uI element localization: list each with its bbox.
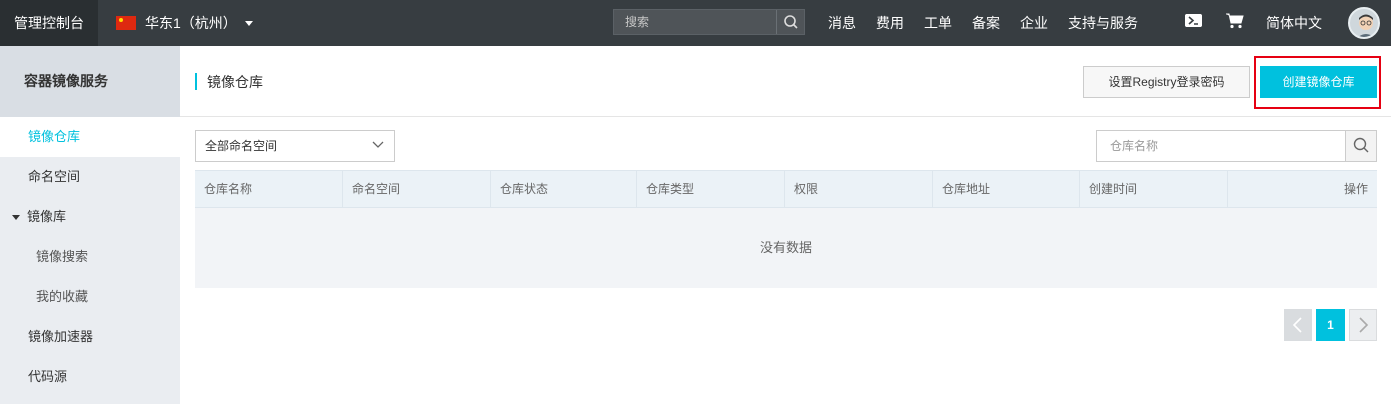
next-page-button[interactable] xyxy=(1349,309,1377,341)
sidebar-group-label: 镜像库 xyxy=(27,209,67,224)
sidebar-item-namespaces[interactable]: 命名空间 xyxy=(0,157,180,197)
column-header: 仓库名称 xyxy=(195,171,343,207)
top-nav-menu: 消息 费用 工单 备案 企业 支持与服务 xyxy=(818,0,1148,46)
repo-search-button[interactable] xyxy=(1345,131,1376,161)
top-navigation-bar: 管理控制台 华东1（杭州） 消息 费用 工单 备案 企业 支持与服务 简体中文 xyxy=(0,0,1391,46)
sidebar-item-code-source[interactable]: 代码源 xyxy=(0,357,180,397)
chevron-left-icon xyxy=(1292,317,1302,333)
set-registry-password-button[interactable]: 设置Registry登录密码 xyxy=(1083,66,1250,98)
column-header: 创建时间 xyxy=(1080,171,1228,207)
empty-state: 没有数据 xyxy=(195,208,1377,288)
nav-icp-filing[interactable]: 备案 xyxy=(962,0,1010,46)
repo-search xyxy=(1096,130,1377,162)
region-selector[interactable]: 华东1（杭州） xyxy=(116,0,253,46)
column-header: 命名空间 xyxy=(343,171,491,207)
nav-messages[interactable]: 消息 xyxy=(818,0,866,46)
sidebar-item-image-search[interactable]: 镜像搜索 xyxy=(0,237,180,277)
terminal-icon[interactable] xyxy=(1185,14,1202,27)
prev-page-button[interactable] xyxy=(1284,309,1312,341)
chevron-down-icon xyxy=(372,141,384,148)
namespace-select-value: 全部命名空间 xyxy=(205,139,278,153)
nav-support[interactable]: 支持与服务 xyxy=(1058,0,1148,46)
column-header: 仓库状态 xyxy=(491,171,637,207)
language-selector[interactable]: 简体中文 xyxy=(1266,0,1322,46)
caret-down-icon xyxy=(12,214,20,220)
console-home-link[interactable]: 管理控制台 xyxy=(0,0,98,46)
namespace-select[interactable]: 全部命名空间 xyxy=(195,130,395,162)
global-search xyxy=(613,9,805,35)
region-label: 华东1（杭州） xyxy=(145,15,237,31)
chevron-right-icon xyxy=(1359,317,1369,333)
nav-tickets[interactable]: 工单 xyxy=(914,0,962,46)
column-header: 权限 xyxy=(785,171,933,207)
global-search-button[interactable] xyxy=(776,10,804,34)
create-repository-button[interactable]: 创建镜像仓库 xyxy=(1260,66,1377,98)
main-content: 镜像仓库 设置Registry登录密码 创建镜像仓库 全部命名空间 仓库名称 命… xyxy=(180,46,1391,404)
page-header: 镜像仓库 设置Registry登录密码 创建镜像仓库 xyxy=(180,46,1391,117)
sidebar: 容器镜像服务 镜像仓库 命名空间 镜像库 镜像搜索 我的收藏 镜像加速器 代码源 xyxy=(0,46,180,404)
column-header: 仓库类型 xyxy=(637,171,785,207)
user-avatar[interactable] xyxy=(1348,7,1380,39)
caret-down-icon xyxy=(244,20,253,26)
nav-billing[interactable]: 费用 xyxy=(866,0,914,46)
user-avatar-icon xyxy=(1358,14,1374,37)
page-title: 镜像仓库 xyxy=(207,74,263,90)
shopping-cart-icon[interactable] xyxy=(1226,13,1244,29)
sidebar-item-favorites[interactable]: 我的收藏 xyxy=(0,277,180,317)
sidebar-item-repositories[interactable]: 镜像仓库 xyxy=(0,117,180,157)
sidebar-item-accelerator[interactable]: 镜像加速器 xyxy=(0,317,180,357)
repo-name-search-input[interactable] xyxy=(1097,131,1345,161)
repository-table: 仓库名称 命名空间 仓库状态 仓库类型 权限 仓库地址 创建时间 操作 没有数据 xyxy=(195,170,1377,288)
title-accent-bar xyxy=(195,73,197,90)
sidebar-title: 容器镜像服务 xyxy=(0,46,180,117)
search-icon xyxy=(784,15,798,29)
column-header: 操作 xyxy=(1343,182,1368,196)
china-flag-icon xyxy=(116,16,136,30)
nav-enterprise[interactable]: 企业 xyxy=(1010,0,1058,46)
pagination: 1 xyxy=(1284,309,1377,341)
page-number-current[interactable]: 1 xyxy=(1316,309,1345,341)
search-icon xyxy=(1353,137,1369,153)
global-search-input[interactable] xyxy=(614,10,777,34)
sidebar-group-image-library[interactable]: 镜像库 xyxy=(0,197,180,237)
table-header: 仓库名称 命名空间 仓库状态 仓库类型 权限 仓库地址 创建时间 操作 xyxy=(195,170,1377,208)
column-header: 仓库地址 xyxy=(933,171,1080,207)
